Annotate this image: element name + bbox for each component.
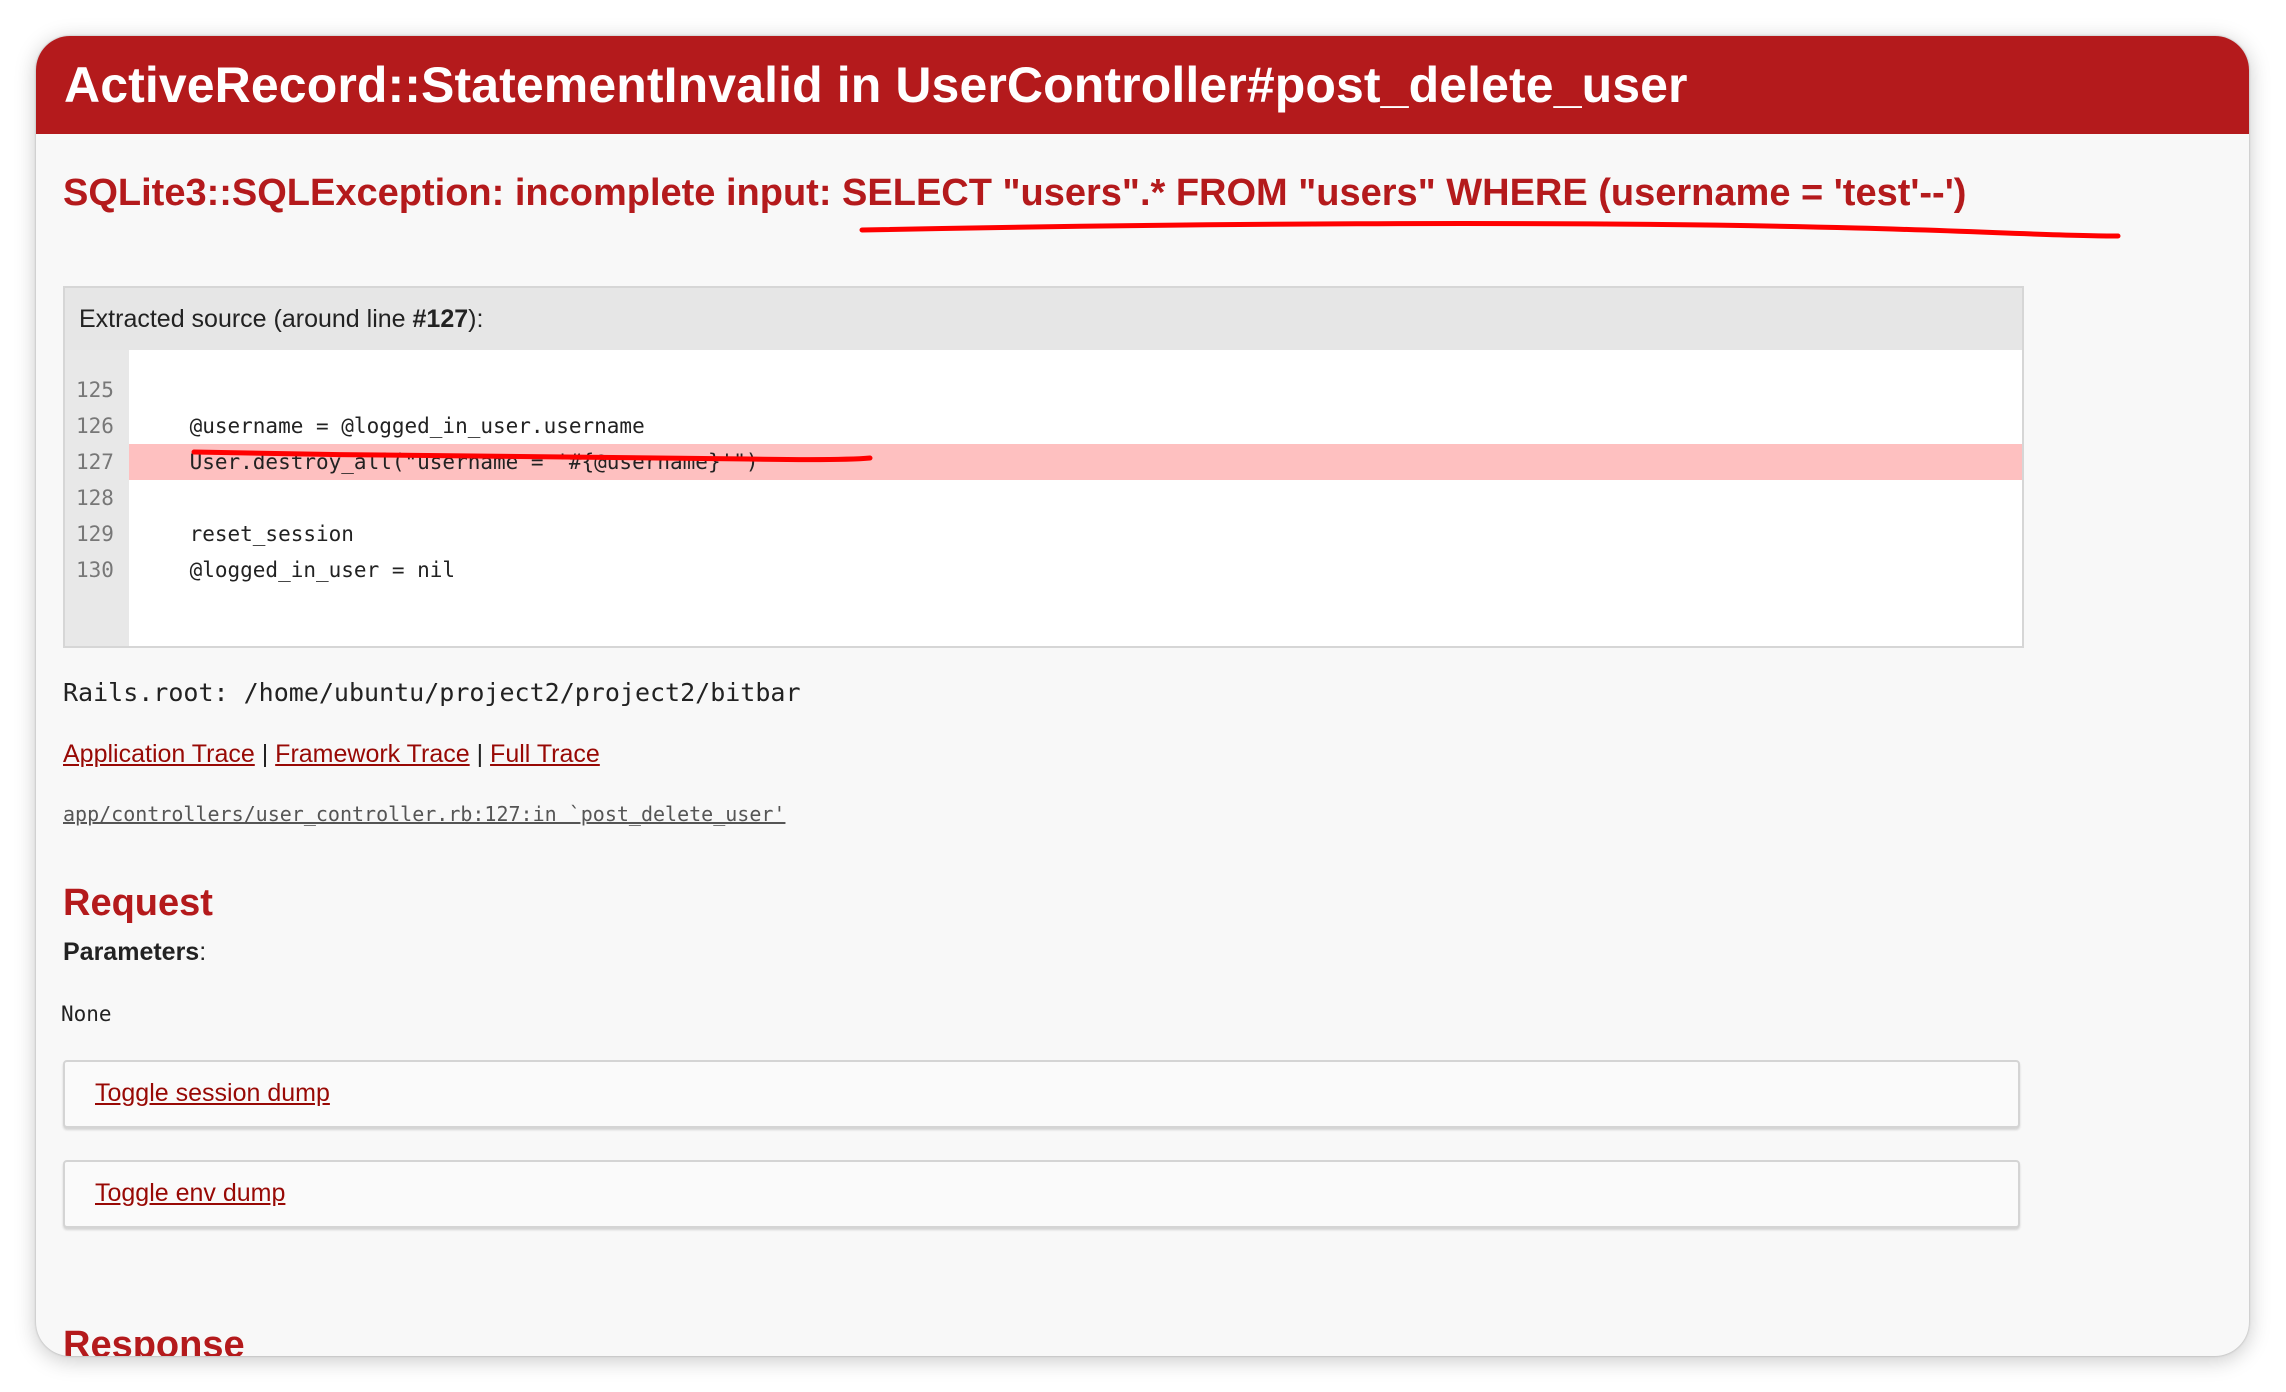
- rails-root: Rails.root: /home/ubuntu/project2/projec…: [63, 678, 801, 707]
- extracted-source-title: Extracted source (around line #127):: [65, 288, 2022, 350]
- line-number: 129: [76, 522, 114, 546]
- code-listing: @username = @logged_in_user.username Use…: [129, 350, 2022, 646]
- code-line: @username = @logged_in_user.username: [139, 414, 645, 438]
- source-body: 125 126 127 128 129 130 @username = @log…: [65, 350, 2022, 646]
- code-line: reset_session: [139, 522, 354, 546]
- source-title-line: #127: [412, 305, 469, 333]
- line-number: 126: [76, 414, 114, 438]
- trace-separator: |: [254, 740, 276, 768]
- request-heading: Request: [63, 882, 213, 924]
- source-title-suffix: ):: [468, 305, 484, 333]
- full-trace-link[interactable]: Full Trace: [490, 740, 600, 768]
- parameters-label-text: Parameters: [63, 938, 200, 966]
- framework-trace-link[interactable]: Framework Trace: [275, 740, 469, 768]
- response-heading: Response: [63, 1324, 245, 1356]
- page-header: ActiveRecord::StatementInvalid in UserCo…: [36, 36, 2249, 134]
- trace-separator: |: [469, 740, 491, 768]
- toggle-session-dump-link[interactable]: Toggle session dump: [95, 1079, 330, 1107]
- exception-message: SQLite3::SQLException: incomplete input:…: [63, 172, 1966, 215]
- page-title: ActiveRecord::StatementInvalid in UserCo…: [64, 57, 1688, 113]
- parameters-value: None: [61, 1002, 112, 1026]
- parameters-colon: :: [199, 938, 207, 966]
- source-title-prefix: Extracted source (around line: [79, 305, 413, 333]
- code-line-highlighted: User.destroy_all("username = '#{@usernam…: [129, 444, 2022, 480]
- extracted-source-box: Extracted source (around line #127): 125…: [63, 286, 2024, 648]
- annotation-underline-query: [859, 221, 2121, 239]
- line-number: 128: [76, 486, 114, 510]
- line-number-gutter: 125 126 127 128 129 130: [65, 350, 129, 646]
- line-number: 130: [76, 558, 114, 582]
- exception-message-prefix: SQLite3::SQLException: incomplete input:: [63, 172, 843, 214]
- toggle-env-dump-link[interactable]: Toggle env dump: [95, 1179, 285, 1207]
- line-number: 125: [76, 378, 114, 402]
- env-dump-panel: Toggle env dump: [63, 1160, 2020, 1228]
- application-trace-link[interactable]: Application Trace: [63, 740, 255, 768]
- trace-entry-link[interactable]: app/controllers/user_controller.rb:127:i…: [63, 802, 785, 826]
- error-page-window: ActiveRecord::StatementInvalid in UserCo…: [36, 36, 2249, 1356]
- parameters-label: Parameters:: [63, 938, 206, 967]
- exception-query: SELECT "users".* FROM "users" WHERE (use…: [842, 172, 1967, 214]
- trace-links: Application Trace | Framework Trace | Fu…: [63, 740, 600, 769]
- session-dump-panel: Toggle session dump: [63, 1060, 2020, 1128]
- code-line: @logged_in_user = nil: [139, 558, 456, 582]
- line-number: 127: [76, 450, 114, 474]
